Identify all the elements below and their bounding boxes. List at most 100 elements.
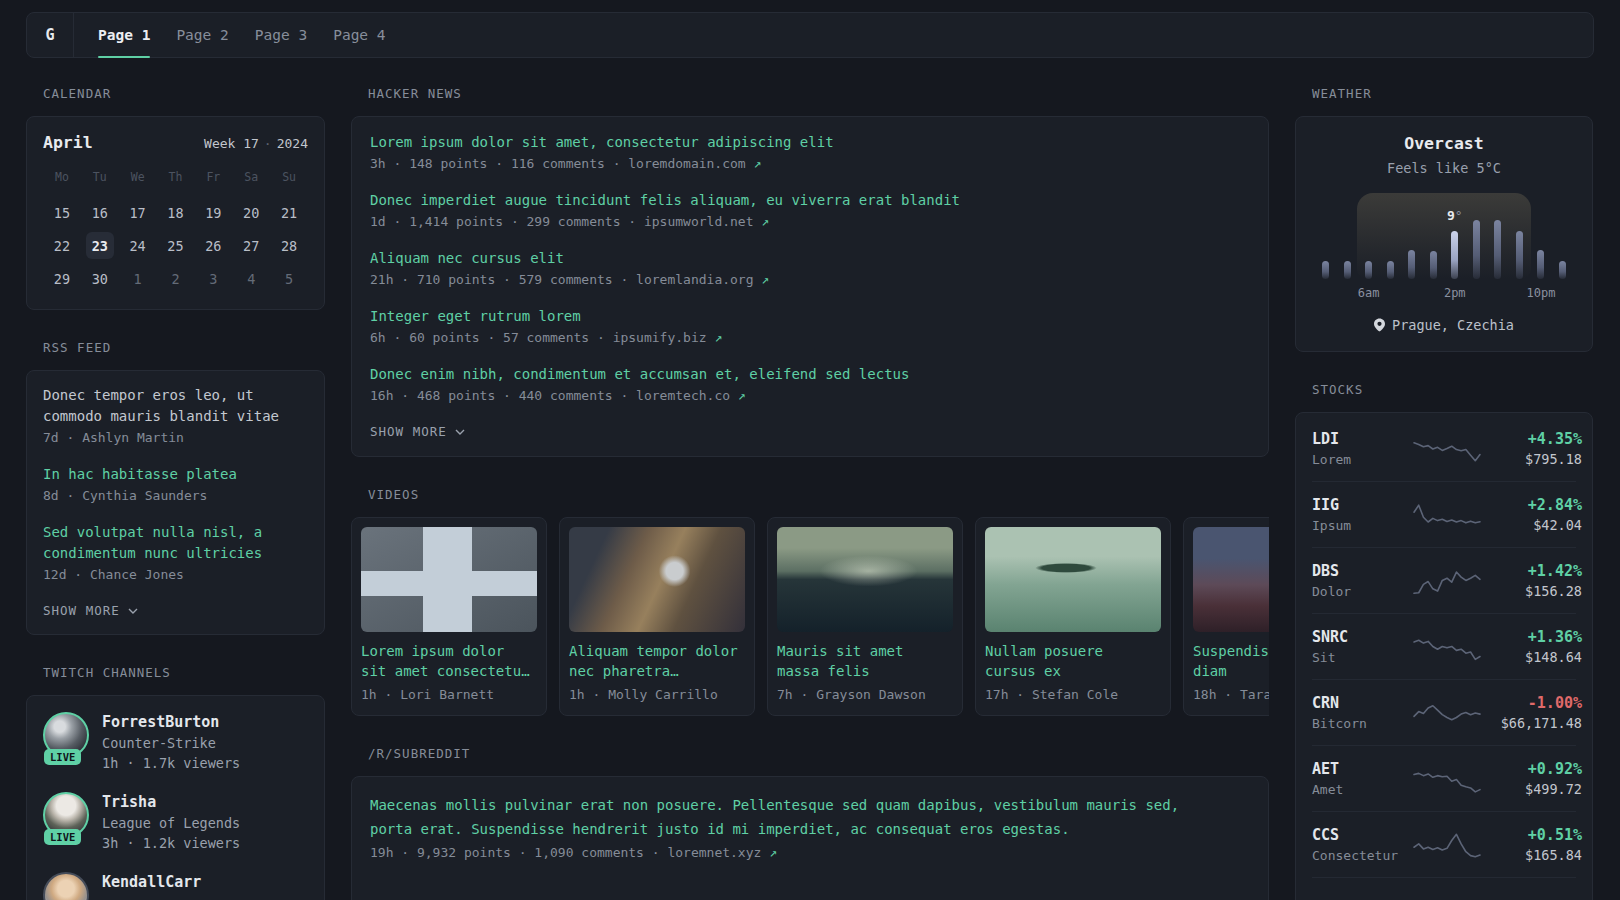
calendar-card: April Week 17·2024 MoTuWeThFrSaSu1516171… <box>26 116 325 310</box>
video-card[interactable]: Mauris sit ametmassa felis 7h · Grayson D… <box>767 517 963 716</box>
video-thumbnail[interactable] <box>361 527 537 632</box>
rss-item-title[interactable]: Sed volutpat nulla nisl, acondimentum nu… <box>43 522 308 564</box>
video-title[interactable]: Aliquam tempor dolornec pharetra… <box>569 641 745 681</box>
hackernews-item-title[interactable]: Integer eget rutrum lorem <box>370 307 1250 326</box>
chevron-down-icon <box>455 429 465 435</box>
stock-change: +1.42% <box>1482 561 1582 581</box>
stock-sparkline <box>1412 828 1482 862</box>
hackernews-item: Aliquam nec cursus elit21h · 710 points … <box>370 249 1250 288</box>
stock-price: $156.28 <box>1482 583 1582 600</box>
tab-page-2[interactable]: Page 2 <box>176 13 228 57</box>
stock-price: $66,171.48 <box>1482 715 1582 732</box>
weather-bar <box>1344 261 1351 279</box>
stock-price: $148.64 <box>1482 649 1582 666</box>
weather-time-label: 2pm <box>1444 286 1466 300</box>
video-title[interactable]: Nullam posuerecursus ex <box>985 641 1161 681</box>
stock-ticker: SNRC <box>1312 627 1412 647</box>
calendar-date: 16 <box>81 196 119 229</box>
twitch-channel-name[interactable]: KendallCarr <box>102 872 201 892</box>
columns: CALENDAR April Week 17·2024 MoTuWeThFrSa… <box>26 86 1594 900</box>
stock-ticker: CCS <box>1312 825 1412 845</box>
item-domain[interactable]: loremnet.xyz <box>667 845 761 860</box>
calendar-day-header: Fr <box>194 166 232 196</box>
rss-item-title[interactable]: In hac habitasse platea <box>43 464 308 485</box>
weather-temp-label: 9° <box>1447 208 1463 223</box>
item-meta: 1h · Molly Carrillo <box>569 687 745 702</box>
stock-change: +1.36% <box>1482 627 1582 647</box>
calendar-day-header: Su <box>270 166 308 196</box>
tab-page-4[interactable]: Page 4 <box>333 13 385 57</box>
video-thumbnail[interactable] <box>569 527 745 632</box>
stock-row[interactable]: AETAmet+0.92%$499.72 <box>1312 745 1576 811</box>
stock-sparkline <box>1412 696 1482 730</box>
weather-bars <box>1322 217 1566 279</box>
item-meta: 16h · 468 points · 440 comments · loremt… <box>370 387 1250 404</box>
hackernews-item-title[interactable]: Aliquam nec cursus elit <box>370 249 1250 268</box>
item-domain[interactable]: ipsumworld.net <box>644 214 754 229</box>
stock-row[interactable]: SNRCSit+1.36%$148.64 <box>1312 613 1576 679</box>
weather-card: Overcast Feels like 5°C 9° 6am2pm10pm Pr… <box>1295 116 1593 352</box>
calendar-dot: · <box>264 136 272 151</box>
weather-section-title: WEATHER <box>1312 86 1593 101</box>
show-more-button[interactable]: SHOW MORE <box>370 424 1250 439</box>
item-domain[interactable]: loremtech.co <box>636 388 730 403</box>
calendar-grid: MoTuWeThFrSaSu15161718192021222324252627… <box>43 166 308 295</box>
header: G Page 1 Page 2 Page 3 Page 4 <box>26 12 1594 58</box>
stock-name: Bitcorn <box>1312 715 1412 732</box>
logo[interactable]: G <box>27 13 74 57</box>
rss-item: Sed volutpat nulla nisl, acondimentum nu… <box>43 522 308 583</box>
stock-sparkline <box>1412 564 1482 598</box>
stock-sparkline <box>1412 498 1482 532</box>
hackernews-item-title[interactable]: Lorem ipsum dolor sit amet, consectetur … <box>370 133 1250 152</box>
video-card[interactable]: Suspendissediam18h · Tara <box>1183 517 1269 716</box>
item-domain[interactable]: loremdomain.com <box>628 156 745 171</box>
video-title[interactable]: Mauris sit ametmassa felis <box>777 641 953 681</box>
stock-change: +4.35% <box>1482 429 1582 449</box>
stock-row[interactable]: AHS+0.46% <box>1312 877 1576 900</box>
calendar-day-header: Th <box>157 166 195 196</box>
item-meta: 7h · Grayson Dawson <box>777 687 953 702</box>
hackernews-item: Donec imperdiet augue tincidunt felis al… <box>370 191 1250 230</box>
weather-feels-like: Feels like 5°C <box>1312 159 1576 177</box>
video-title[interactable]: Suspendissediam <box>1193 641 1269 681</box>
stock-row[interactable]: CRNBitcorn-1.00%$66,171.48 <box>1312 679 1576 745</box>
video-thumbnail[interactable] <box>777 527 953 632</box>
calendar-date: 25 <box>157 229 195 262</box>
subreddit-post-title[interactable]: Maecenas mollis pulvinar erat non posuer… <box>370 793 1250 841</box>
calendar-week: Week 17·2024 <box>204 136 308 151</box>
item-domain[interactable]: ipsumify.biz <box>613 330 707 345</box>
twitch-channel[interactable]: LIVETrishaLeague of Legends3h · 1.2k vie… <box>43 792 308 852</box>
weather-time-label: 6am <box>1358 286 1380 300</box>
calendar-day-header: Tu <box>81 166 119 196</box>
item-domain[interactable]: loremlandia.org <box>636 272 753 287</box>
video-card[interactable]: Nullam posuerecursus ex17h · Stefan Cole <box>975 517 1171 716</box>
twitch-channel-name[interactable]: ForrestBurton <box>102 712 240 732</box>
calendar-date: 30 <box>81 262 119 295</box>
rss-item-title[interactable]: Donec tempor eros leo, utcommodo mauris … <box>43 385 308 427</box>
video-title[interactable]: Lorem ipsum dolorsit amet consectetu… <box>361 641 537 681</box>
stock-row[interactable]: LDILorem+4.35%$795.18 <box>1312 429 1576 481</box>
stock-name: Dolor <box>1312 583 1412 600</box>
item-meta: 1h · Lori Barnett <box>361 687 537 702</box>
video-card[interactable]: Lorem ipsum dolorsit amet consectetu… 1h … <box>351 517 547 716</box>
show-more-button[interactable]: SHOW MORE <box>43 603 308 618</box>
stock-row[interactable]: IIGIpsum+2.84%$42.04 <box>1312 481 1576 547</box>
external-link-icon: ↗ <box>761 845 777 860</box>
twitch-channel[interactable]: KendallCarr <box>43 872 308 900</box>
tab-page-1[interactable]: Page 1 <box>98 13 150 57</box>
stock-row[interactable]: DBSDolor+1.42%$156.28 <box>1312 547 1576 613</box>
twitch-channel[interactable]: LIVEForrestBurtonCounter-Strike1h · 1.7k… <box>43 712 308 772</box>
calendar-date: 27 <box>232 229 270 262</box>
twitch-channel-category: League of Legends <box>102 814 240 833</box>
video-thumbnail[interactable] <box>985 527 1161 632</box>
stock-ticker: CRN <box>1312 693 1412 713</box>
hackernews-item-title[interactable]: Donec imperdiet augue tincidunt felis al… <box>370 191 1250 210</box>
hackernews-item-title[interactable]: Donec enim nibh, condimentum et accumsan… <box>370 365 1250 384</box>
stock-row[interactable]: CCSConsectetur+0.51%$165.84 <box>1312 811 1576 877</box>
twitch-channel-name[interactable]: Trisha <box>102 792 240 812</box>
item-meta: 8d · Cynthia Saunders <box>43 487 308 504</box>
tab-page-3[interactable]: Page 3 <box>255 13 307 57</box>
calendar-date: 2 <box>157 262 195 295</box>
video-card[interactable]: Aliquam tempor dolornec pharetra… 1h · Mo… <box>559 517 755 716</box>
video-thumbnail[interactable] <box>1193 527 1269 632</box>
